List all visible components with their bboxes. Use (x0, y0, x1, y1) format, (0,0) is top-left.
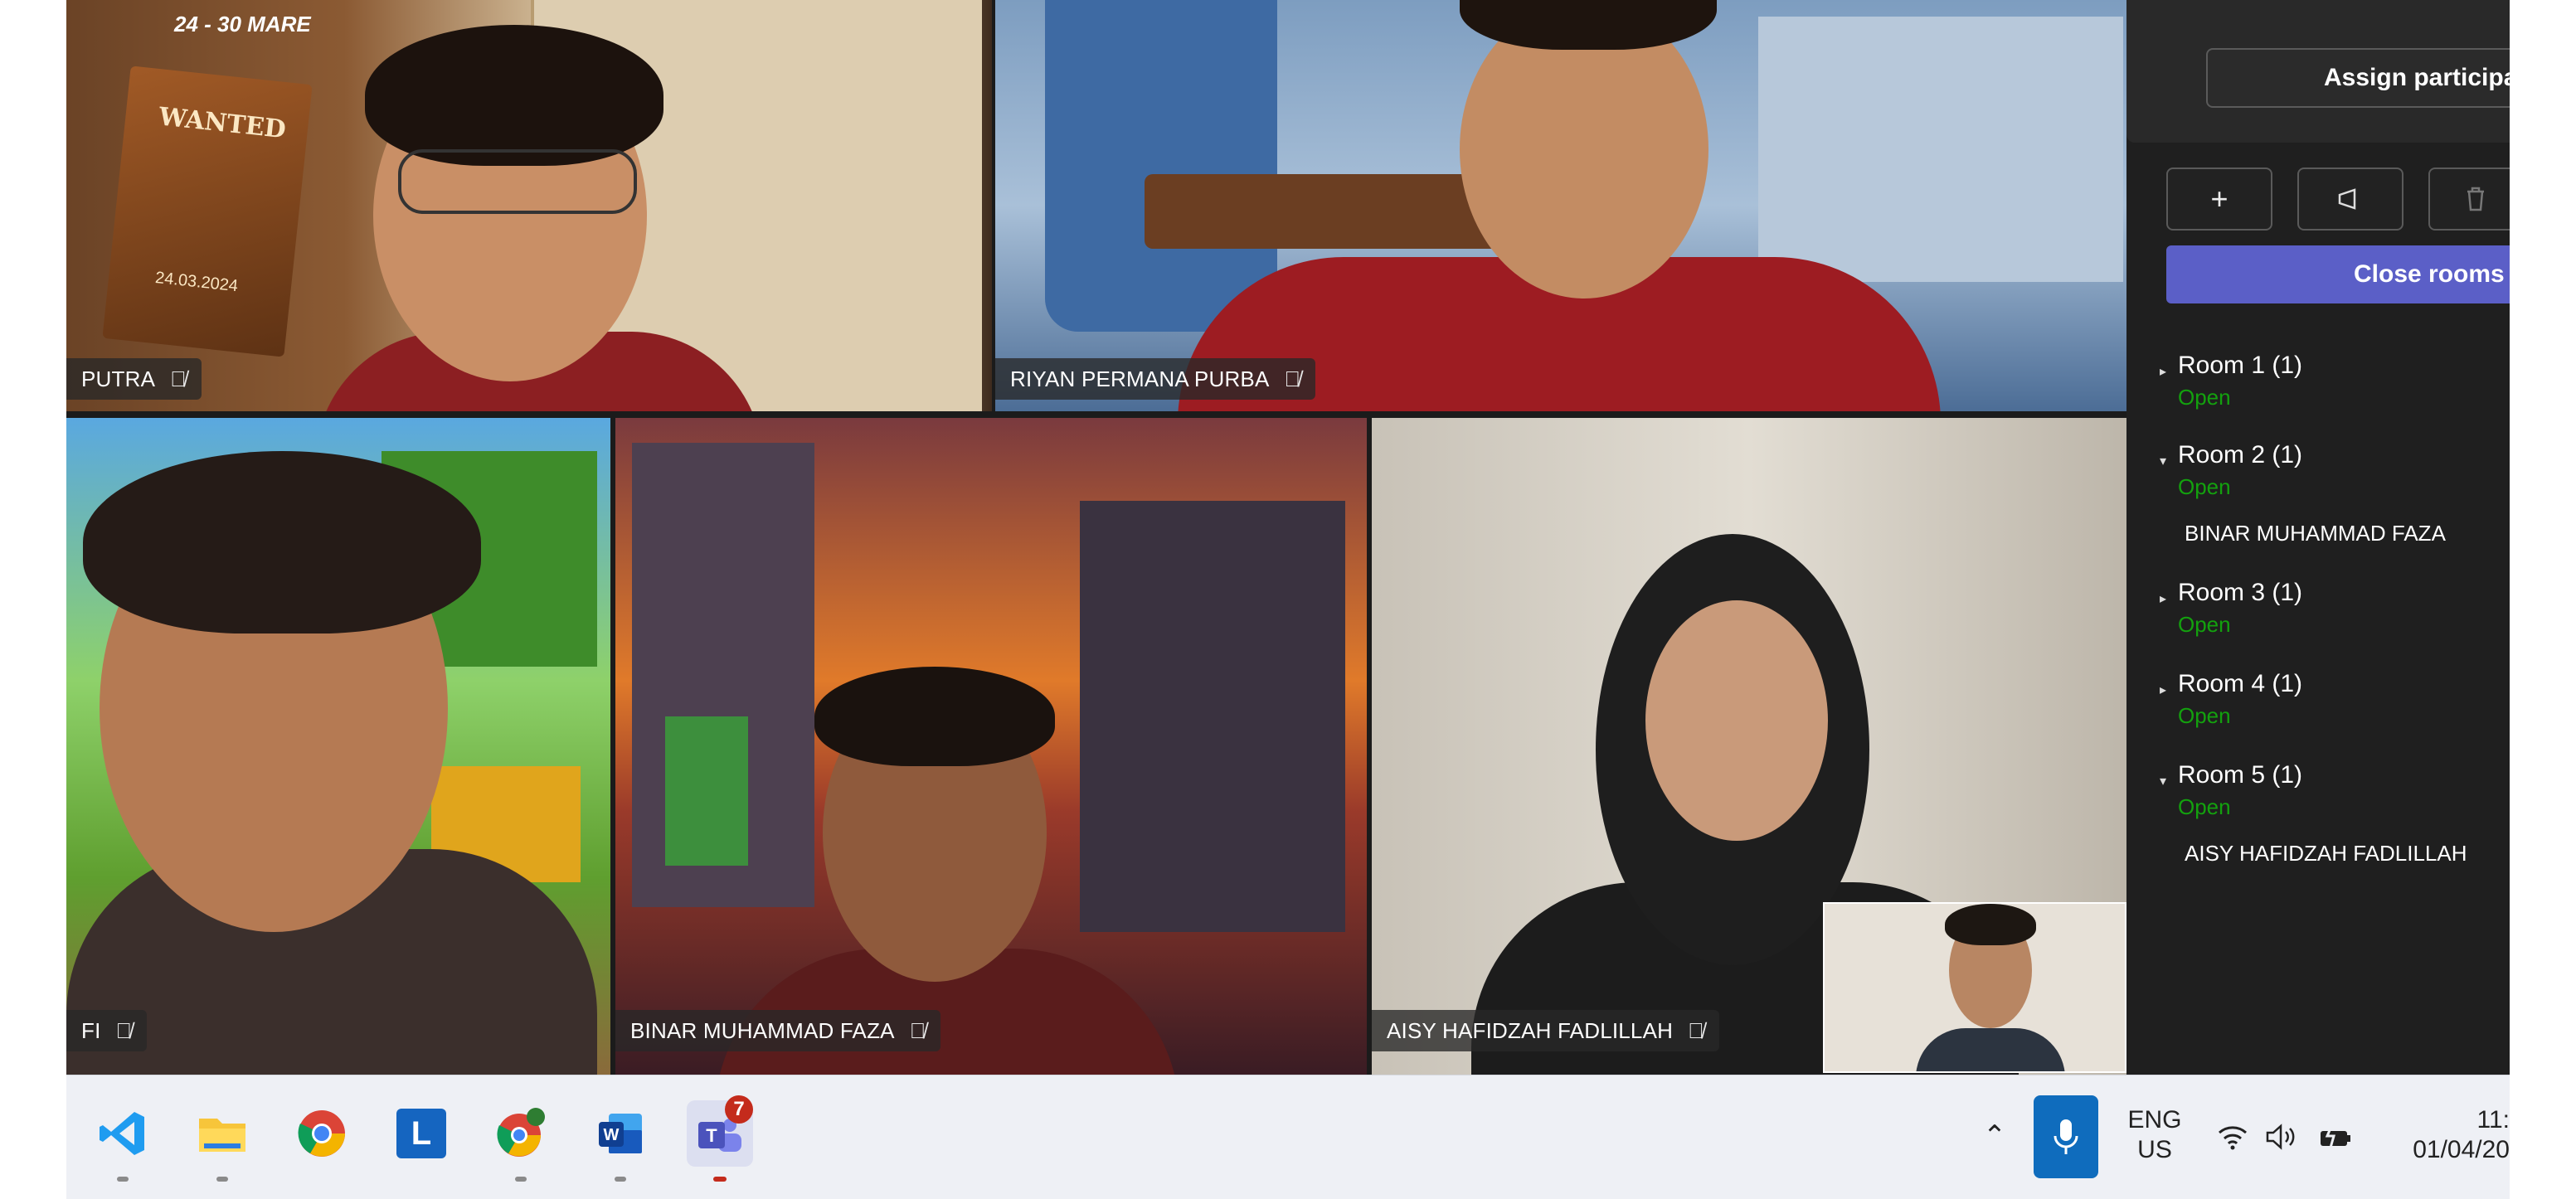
taskbar-vscode[interactable] (90, 1100, 156, 1182)
running-indicator (515, 1177, 527, 1182)
assign-participants-button[interactable]: Assign participan (2206, 48, 2510, 108)
video-grid: WANTED 24.03.2024 24 - 30 MARE PUTRA 🎙̸ (66, 0, 2126, 1075)
room-item-1[interactable]: ▸ Room 1 (1) Open (2160, 352, 2508, 418)
participant-name: FI (81, 1017, 101, 1043)
participant-name: PUTRA (81, 366, 156, 391)
room-item-2[interactable]: ▾ Room 2 (1) Open BINAR MUHAMMAD FAZA (2160, 441, 2508, 557)
l-app-icon: L (396, 1109, 446, 1158)
svg-text:W: W (604, 1126, 620, 1144)
taskbar-teams[interactable]: T 7 (687, 1095, 753, 1182)
name-tag-aisy: AISY HAFIDZAH FADLILLAH 🎙̸ (1372, 1010, 1719, 1051)
room-item-5[interactable]: ▾ Room 5 (1) Open AISY HAFIDZAH FADLILLA… (2160, 761, 2508, 877)
trash-icon (2467, 187, 2484, 211)
room-status: Open (2178, 703, 2231, 728)
taskbar-file-explorer[interactable] (189, 1100, 255, 1182)
word-icon: W (599, 1114, 642, 1153)
room-title: Room 4 (1) (2178, 670, 2303, 697)
room-status: Open (2178, 794, 2231, 819)
chevron-right-icon: ▸ (2160, 365, 2167, 379)
announcement-button[interactable] (2297, 167, 2403, 231)
name-tag-putra: PUTRA 🎙̸ (66, 358, 202, 400)
assign-section: Assign participan (2126, 0, 2510, 143)
participant-name: AISY HAFIDZAH FADLILLAH (1387, 1017, 1674, 1043)
running-indicator (216, 1177, 228, 1182)
battery-charging-icon (2321, 1124, 2350, 1148)
video-tile-fi[interactable]: FI 🎙̸ (66, 418, 610, 1075)
show-hidden-icons-button[interactable]: ⌃ (1974, 1115, 2015, 1157)
vscode-icon (100, 1112, 144, 1155)
self-view-preview[interactable] (1823, 902, 2126, 1073)
wifi-icon (2219, 1126, 2247, 1150)
name-tag-riyan: RIYAN PERMANA PURBA 🎙̸ (995, 358, 1316, 400)
name-tag-fi: FI 🎙̸ (66, 1010, 148, 1051)
notification-badge: 7 (725, 1095, 753, 1124)
keyboard-layout: US (2137, 1136, 2172, 1163)
taskbar-word[interactable]: W (587, 1100, 654, 1182)
poster-wanted-text: WANTED (157, 102, 288, 145)
breakout-rooms-panel: Assign participan + Close rooms ▸ Room 1… (2126, 0, 2510, 1075)
language-indicator[interactable]: ENG US (2122, 1105, 2188, 1165)
mic-muted-icon: 🎙̸ (115, 1017, 133, 1043)
chevron-right-icon: ▸ (2160, 683, 2167, 697)
running-indicator (117, 1177, 129, 1182)
close-rooms-button[interactable]: Close rooms (2166, 245, 2510, 303)
room-item-4[interactable]: ▸ Room 4 (1) Open (2160, 670, 2508, 736)
microphone-button[interactable] (2034, 1095, 2098, 1178)
add-room-button[interactable]: + (2166, 167, 2272, 231)
mic-muted-icon: 🎙̸ (170, 366, 187, 391)
chevron-right-icon: ▸ (2160, 592, 2167, 606)
chrome-profile-icon (497, 1108, 545, 1157)
clock-date: 01/04/20 (2413, 1136, 2510, 1163)
video-tile-riyan[interactable]: RIYAN PERMANA PURBA 🎙̸ (995, 0, 2126, 411)
room-item-3[interactable]: ▸ Room 3 (1) Open (2160, 579, 2508, 645)
mic-muted-icon: 🎙̸ (1284, 366, 1301, 391)
taskbar-l-app[interactable]: L (388, 1100, 454, 1167)
participant-name: BINAR MUHAMMAD FAZA (630, 1017, 895, 1043)
language-code: ENG (2127, 1106, 2182, 1133)
plus-icon: + (2210, 182, 2228, 216)
chevron-down-icon: ▾ (2160, 774, 2167, 789)
screen: WANTED 24.03.2024 24 - 30 MARE PUTRA 🎙̸ (66, 0, 2510, 1199)
wanted-poster: WANTED 24.03.2024 (102, 66, 313, 357)
room-status: Open (2178, 385, 2231, 410)
delete-room-button[interactable] (2428, 167, 2510, 231)
room-title: Room 1 (1) (2178, 352, 2303, 379)
taskbar: L W T 7 ⌃ ENG US 11: 01/04/20 (66, 1075, 2510, 1199)
room-status: Open (2178, 612, 2231, 637)
mic-muted-icon: 🎙̸ (909, 1017, 926, 1043)
name-tag-binar: BINAR MUHAMMAD FAZA 🎙̸ (615, 1010, 941, 1051)
mic-muted-icon: 🎙̸ (1688, 1017, 1704, 1043)
room-title: Room 5 (1) (2178, 761, 2303, 789)
volume-icon (2266, 1124, 2295, 1150)
room-status: Open (2178, 474, 2231, 499)
chevron-down-icon: ▾ (2160, 454, 2167, 468)
microphone-icon (2054, 1119, 2078, 1154)
taskbar-chrome[interactable] (289, 1100, 355, 1167)
taskbar-chrome-profile[interactable] (488, 1100, 554, 1182)
clock[interactable]: 11: 01/04/20 (2397, 1105, 2510, 1165)
clock-time: 11: (2476, 1106, 2510, 1133)
file-explorer-icon (199, 1119, 245, 1152)
video-tile-binar[interactable]: BINAR MUHAMMAD FAZA 🎙̸ (615, 418, 1367, 1075)
chrome-icon (298, 1110, 345, 1157)
video-tile-putra[interactable]: WANTED 24.03.2024 24 - 30 MARE PUTRA 🎙̸ (66, 0, 992, 411)
chevron-up-icon: ⌃ (1982, 1120, 2007, 1152)
megaphone-icon (2338, 188, 2356, 210)
system-status-icons[interactable] (2216, 1119, 2365, 1155)
room-member: AISY HAFIDZAH FADLILLAH (2185, 841, 2467, 866)
active-indicator (713, 1177, 727, 1182)
svg-text:T: T (706, 1125, 717, 1146)
room-title: Room 2 (1) (2178, 441, 2303, 468)
room-member: BINAR MUHAMMAD FAZA (2185, 521, 2446, 546)
room-title: Room 3 (1) (2178, 579, 2303, 606)
poster-top-text: 24 - 30 MARE (174, 12, 311, 36)
running-indicator (615, 1177, 626, 1182)
poster-date-text: 24.03.2024 (154, 268, 240, 296)
participant-name: RIYAN PERMANA PURBA (1010, 366, 1270, 391)
video-tile-aisy[interactable]: AISY HAFIDZAH FADLILLAH 🎙̸ (1372, 418, 2126, 1075)
